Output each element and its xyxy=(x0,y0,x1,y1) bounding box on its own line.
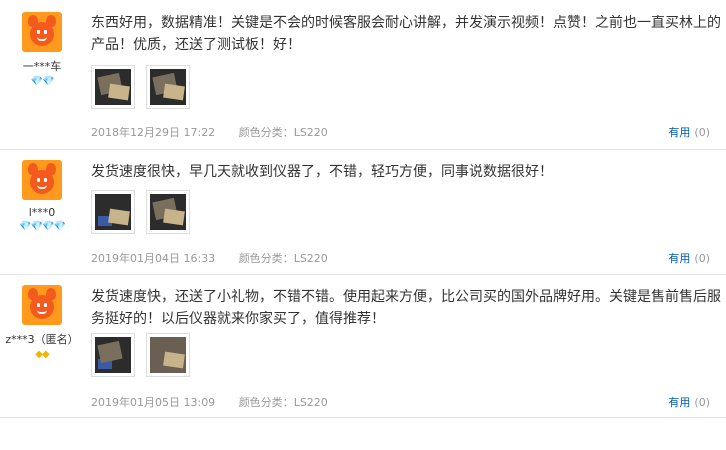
review-item: z***3（匿名） ◆◆ 发货速度快，还送了小礼物，不错不错。使用起来方便，比公… xyxy=(0,275,726,418)
review-photo-thumbnail[interactable] xyxy=(146,333,190,377)
color-category-label: 颜色分类： xyxy=(238,396,294,409)
useful-count: (0) xyxy=(694,252,710,265)
reviewer-info: l***0 💎💎💎💎 xyxy=(0,160,84,232)
review-item: l***0 💎💎💎💎 发货速度很快，早几天就收到仪器了，不错，轻巧方便，同事说数… xyxy=(0,150,726,275)
color-category-value: LS220 xyxy=(293,396,328,409)
review-photo-thumbnail[interactable] xyxy=(146,65,190,109)
useful-vote[interactable]: 有用 (0) xyxy=(668,394,710,410)
review-meta: 2019年01月05日 13:09 颜色分类：LS220 xyxy=(91,394,328,410)
review-photo-thumbnail[interactable] xyxy=(91,65,135,109)
reviewer-nickname: l***0 xyxy=(28,206,56,219)
review-date: 2019年01月04日 16:33 xyxy=(91,252,216,265)
useful-button[interactable]: 有用 xyxy=(668,396,690,409)
review-photo-thumbnail[interactable] xyxy=(91,333,135,377)
member-level-icon: 💎💎 xyxy=(30,76,55,87)
color-category-label: 颜色分类： xyxy=(238,252,294,265)
reviewer-nickname: z***3（匿名） xyxy=(5,333,79,346)
review-item: 一***车 💎💎 东西好用，数据精准！关键是不会的时候客服会耐心讲解，并发演示视… xyxy=(0,0,726,150)
useful-button[interactable]: 有用 xyxy=(668,126,690,139)
useful-count: (0) xyxy=(694,396,710,409)
reviewer-nickname: 一***车 xyxy=(22,60,62,73)
color-category-label: 颜色分类： xyxy=(238,126,294,139)
reviewer-info: 一***车 💎💎 xyxy=(0,12,84,87)
review-date: 2019年01月05日 13:09 xyxy=(91,396,216,409)
reviewer-info: z***3（匿名） ◆◆ xyxy=(0,285,84,360)
review-text: 东西好用，数据精准！关键是不会的时候客服会耐心讲解，并发演示视频！点赞！之前也一… xyxy=(91,15,721,53)
avatar xyxy=(22,12,62,52)
useful-vote[interactable]: 有用 (0) xyxy=(668,124,710,140)
avatar xyxy=(22,285,62,325)
review-meta: 2018年12月29日 17:22 颜色分类：LS220 xyxy=(91,124,328,140)
review-text: 发货速度很快，早几天就收到仪器了，不错，轻巧方便，同事说数据很好！ xyxy=(91,164,553,180)
color-category-value: LS220 xyxy=(293,126,328,139)
member-level-icon: 💎💎💎💎 xyxy=(19,221,66,232)
useful-button[interactable]: 有用 xyxy=(668,252,690,265)
useful-vote[interactable]: 有用 (0) xyxy=(668,250,710,266)
review-photo-thumbnail[interactable] xyxy=(91,190,135,234)
avatar xyxy=(22,160,62,200)
review-meta: 2019年01月04日 16:33 颜色分类：LS220 xyxy=(91,250,328,266)
color-category-value: LS220 xyxy=(293,252,328,265)
review-date: 2018年12月29日 17:22 xyxy=(91,126,216,139)
review-photo-thumbnail[interactable] xyxy=(146,190,190,234)
useful-count: (0) xyxy=(694,126,710,139)
review-text: 发货速度快，还送了小礼物，不错不错。使用起来方便，比公司买的国外品牌好用。关键是… xyxy=(91,289,721,327)
member-level-icon: ◆◆ xyxy=(35,349,49,360)
